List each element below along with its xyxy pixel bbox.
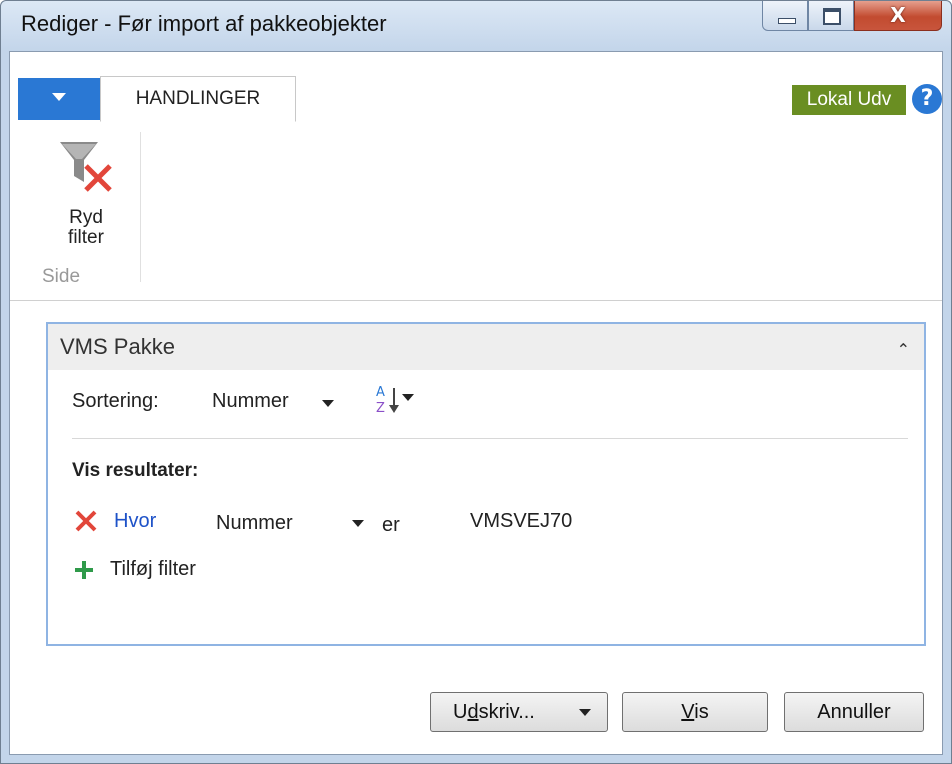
maximize-icon bbox=[823, 8, 841, 25]
chevron-down-icon bbox=[322, 400, 334, 407]
ribbon-panel: Ryd filter Side bbox=[10, 122, 942, 301]
help-icon[interactable]: ? bbox=[912, 84, 942, 114]
panel-title: VMS Pakke bbox=[60, 334, 175, 359]
dialog-window: Rediger - Før import af pakkeobjekter X … bbox=[0, 0, 952, 764]
print-label-pre: U bbox=[453, 701, 468, 723]
where-link[interactable]: Hvor bbox=[114, 510, 156, 533]
clear-filter-button[interactable]: Ryd filter bbox=[34, 128, 124, 268]
print-label-post: skriv... bbox=[478, 701, 535, 723]
sort-label: Sortering: bbox=[72, 390, 159, 412]
tab-handlinger[interactable]: HANDLINGER bbox=[100, 76, 296, 122]
remove-filter-icon[interactable] bbox=[74, 509, 98, 533]
print-button[interactable]: Udskriv... bbox=[430, 692, 608, 732]
print-label-accel: d bbox=[467, 701, 479, 723]
show-button[interactable]: Vis bbox=[622, 692, 768, 732]
add-filter-link[interactable]: Tilføj filter bbox=[110, 558, 196, 581]
chevron-down-icon bbox=[352, 520, 364, 527]
plus-icon[interactable] bbox=[74, 560, 94, 580]
window-title: Rediger - Før import af pakkeobjekter bbox=[21, 11, 387, 36]
close-icon: X bbox=[890, 3, 906, 27]
svg-text:Z: Z bbox=[376, 401, 385, 416]
ribbon-group-divider bbox=[140, 132, 141, 282]
minimize-button[interactable] bbox=[762, 1, 808, 31]
clear-filter-icon bbox=[60, 142, 112, 192]
title-bar[interactable]: Rediger - Før import af pakkeobjekter X bbox=[1, 1, 951, 51]
close-button[interactable]: X bbox=[854, 1, 942, 31]
filter-value-field[interactable]: VMSVEJ70 bbox=[470, 510, 572, 533]
filter-field-value: Nummer bbox=[216, 512, 293, 534]
dialog-client-area: HANDLINGER Lokal Udv ? Ryd filter Side V… bbox=[9, 51, 943, 755]
show-label-post: is bbox=[694, 701, 709, 723]
minimize-icon bbox=[778, 18, 796, 24]
filter-panel: VMS Pakke ⌃ Sortering: Nummer A Z Vis re… bbox=[46, 322, 926, 646]
ribbon-tab-bar: HANDLINGER Lokal Udv ? bbox=[10, 52, 942, 123]
sort-ascending-icon[interactable]: A Z bbox=[374, 382, 424, 416]
filter-operator: er bbox=[382, 514, 400, 536]
app-menu-button[interactable] bbox=[18, 78, 100, 120]
environment-badge: Lokal Udv bbox=[792, 85, 906, 115]
window-controls: X bbox=[762, 1, 942, 33]
cancel-button[interactable]: Annuller bbox=[784, 692, 924, 732]
chevron-down-icon bbox=[579, 709, 591, 716]
maximize-button[interactable] bbox=[808, 1, 854, 31]
panel-header[interactable]: VMS Pakke ⌃ bbox=[48, 324, 924, 370]
sort-field-dropdown[interactable]: Nummer bbox=[208, 384, 348, 418]
sort-field-value: Nummer bbox=[212, 390, 289, 412]
clear-filter-label: Ryd filter bbox=[68, 207, 104, 248]
svg-text:A: A bbox=[376, 385, 385, 400]
ribbon-group-label: Side bbox=[42, 266, 81, 287]
results-title: Vis resultater: bbox=[72, 460, 199, 481]
chevron-down-icon bbox=[52, 93, 66, 101]
show-label-accel: V bbox=[681, 701, 695, 723]
filter-field-dropdown[interactable]: Nummer bbox=[212, 504, 372, 538]
chevron-up-icon[interactable]: ⌃ bbox=[897, 340, 910, 359]
panel-separator bbox=[72, 438, 908, 439]
